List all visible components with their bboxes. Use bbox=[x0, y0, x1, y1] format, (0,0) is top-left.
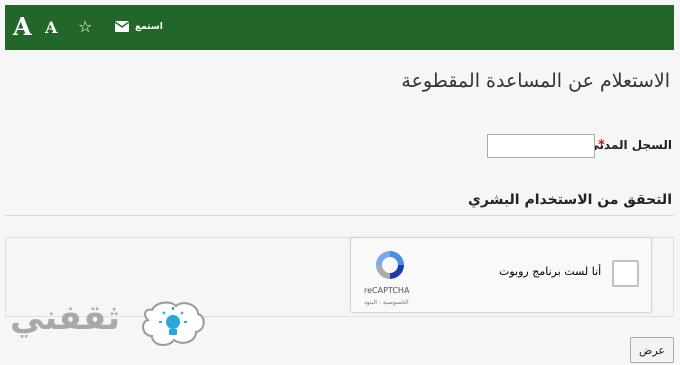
recaptcha-brand: reCAPTCHA bbox=[364, 286, 410, 295]
civil-id-input[interactable] bbox=[487, 134, 595, 158]
recaptcha-logo-icon bbox=[373, 248, 407, 282]
recaptcha-widget: أنا لست برنامج روبوت reCAPTCHA الخصوصية … bbox=[350, 237, 652, 313]
top-toolbar: A A ☆ استمع bbox=[5, 5, 674, 50]
decrease-font-button[interactable]: A bbox=[45, 17, 57, 39]
verification-heading: التحقق من الاستخدام البشري bbox=[468, 192, 672, 208]
lightbulb-icon bbox=[138, 300, 206, 350]
star-icon[interactable]: ☆ bbox=[78, 16, 92, 38]
page-title: الاستعلام عن المساعدة المقطوعة bbox=[401, 70, 670, 92]
watermark-logo-text: ثقفني bbox=[10, 298, 121, 338]
required-marker: * bbox=[598, 138, 605, 153]
recaptcha-label: أنا لست برنامج روبوت bbox=[499, 265, 602, 278]
section-divider bbox=[5, 215, 674, 216]
submit-button[interactable]: عرض bbox=[630, 337, 674, 363]
recaptcha-checkbox[interactable] bbox=[612, 260, 639, 287]
increase-font-button[interactable]: A bbox=[13, 12, 32, 42]
recaptcha-links[interactable]: الخصوصية - البنود bbox=[364, 299, 409, 306]
envelope-icon[interactable] bbox=[115, 21, 129, 32]
listen-button[interactable]: استمع bbox=[135, 19, 163, 35]
